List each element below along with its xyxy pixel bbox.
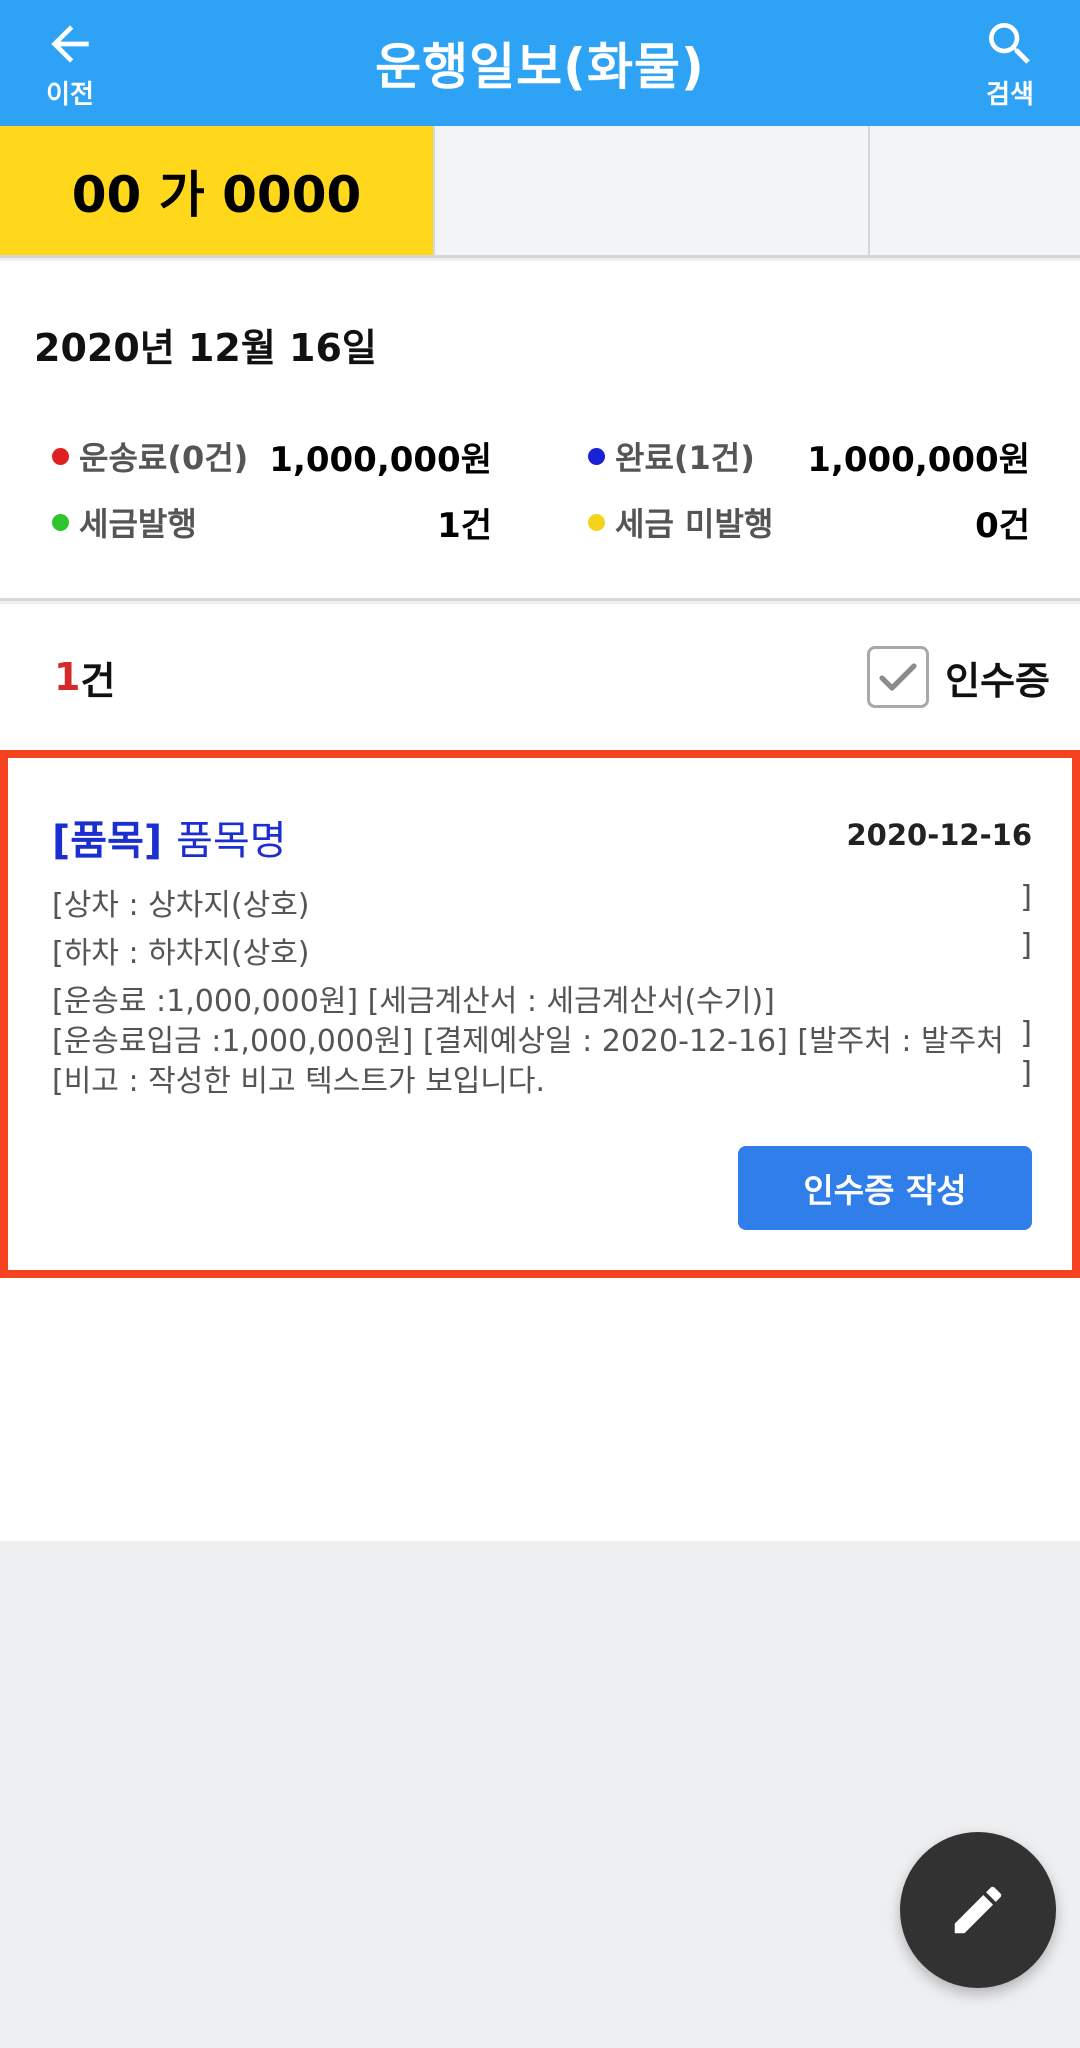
daily-summary: 2020년 12월 16일 운송료(0건) 1,000,000원 완료(1건) … — [0, 261, 1080, 601]
yellow-dot-icon — [588, 513, 605, 531]
checkbox-box[interactable] — [867, 646, 930, 708]
record-count-unit: 건 — [80, 658, 116, 703]
stat-value: 1,000,000원 — [807, 439, 1030, 480]
summary-date: 2020년 12월 16일 — [34, 326, 377, 370]
stat-completed: 완료(1건) 1,000,000원 — [588, 431, 1030, 481]
search-label: 검색 — [986, 79, 1034, 110]
search-button[interactable]: 검색 — [940, 0, 1080, 126]
bracket-close: ] — [1020, 880, 1032, 915]
note-text: [비고 : 작성한 비고 텍스트가 보입니다. — [52, 1064, 546, 1099]
record-count: 1 건 — [54, 604, 115, 750]
edit-fab-button[interactable] — [900, 1832, 1056, 1988]
loading-text: [상차 : 상차지(상호) — [52, 888, 310, 923]
red-dot-icon — [52, 447, 69, 465]
unloading-text: [하차 : 하차지(상호) — [52, 936, 310, 971]
bracket-close: ] — [1020, 928, 1032, 963]
tab-vehicle-3[interactable] — [870, 126, 1080, 255]
search-icon — [989, 22, 1030, 64]
stat-tax-unissued: 세금 미발행 0건 — [588, 497, 1030, 547]
loading-line: [상차 : 상차지(상호) ] — [52, 880, 1032, 924]
blue-dot-icon — [588, 447, 605, 465]
item-title: [품목] 품목명 — [52, 808, 287, 866]
page-title: 운행일보(화물) — [375, 38, 705, 96]
back-label: 이전 — [46, 79, 94, 110]
note-line: [비고 : 작성한 비고 텍스트가 보입니다. ] — [52, 1056, 1032, 1100]
bracket-close: ] — [1020, 1016, 1032, 1051]
app-header: 이전 운행일보(화물) 검색 — [0, 0, 1080, 126]
deposit-line: [운송료입금 :1,000,000원] [결제예상일 : 2020-12-16]… — [52, 1016, 1032, 1060]
stat-label: 운송료(0건) — [79, 439, 249, 477]
receipt-filter-checkbox[interactable]: 인수증 — [867, 604, 1050, 750]
record-date: 2020-12-16 — [846, 818, 1033, 852]
tab-vehicle-2[interactable] — [435, 126, 870, 255]
stat-value: 1,000,000원 — [269, 439, 492, 480]
pencil-icon — [954, 1886, 1002, 1934]
unloading-line: [하차 : 하차지(상호) ] — [52, 928, 1032, 972]
stat-freight: 운송료(0건) 1,000,000원 — [52, 431, 492, 481]
receipt-filter-label: 인수증 — [945, 658, 1050, 703]
list-spacer — [0, 1278, 1080, 1541]
tab-vehicle-1[interactable]: 00 가 0000 — [0, 126, 435, 255]
record-count-number: 1 — [54, 655, 81, 699]
vehicle-tabs: 00 가 0000 — [0, 126, 1080, 258]
checkmark-icon — [879, 663, 917, 691]
item-tag: [품목] — [52, 818, 163, 864]
deposit-text: [운송료입금 :1,000,000원] [결제예상일 : 2020-12-16]… — [52, 1024, 1004, 1059]
item-name: 품목명 — [176, 818, 287, 864]
green-dot-icon — [52, 513, 69, 531]
back-button[interactable]: 이전 — [0, 0, 140, 126]
stat-label: 세금발행 — [79, 505, 197, 543]
fare-text: [운송료 :1,000,000원] [세금계산서 : 세금계산서(수기)] — [52, 984, 775, 1019]
stat-value: 0건 — [975, 505, 1030, 546]
write-receipt-button[interactable]: 인수증 작성 — [738, 1146, 1032, 1230]
fare-line: [운송료 :1,000,000원] [세금계산서 : 세금계산서(수기)] — [52, 976, 1032, 1020]
stat-label: 완료(1건) — [615, 439, 755, 477]
arrow-left-icon — [51, 24, 89, 63]
stat-tax-issued: 세금발행 1건 — [52, 497, 492, 547]
page: 이전 운행일보(화물) 검색 00 가 0000 2020년 12월 16일 운… — [0, 0, 1080, 2048]
stat-label: 세금 미발행 — [615, 505, 774, 543]
stat-value: 1건 — [437, 505, 492, 546]
list-toolbar: 1 건 인수증 — [0, 604, 1080, 750]
bracket-close: ] — [1020, 1056, 1032, 1091]
record-card[interactable]: [품목] 품목명 2020-12-16 [상차 : 상차지(상호) ] [하차 :… — [0, 750, 1080, 1278]
